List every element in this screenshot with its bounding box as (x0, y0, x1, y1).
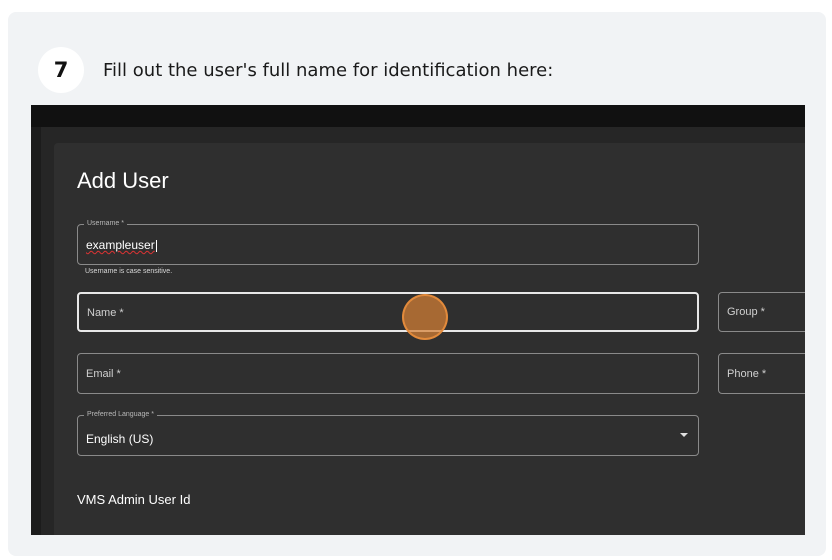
phone-field[interactable]: Phone * (718, 353, 805, 394)
email-placeholder: Email * (86, 368, 121, 380)
vms-admin-section-label: VMS Admin User Id (77, 492, 191, 507)
app-side-edge (31, 127, 41, 535)
text-caret (155, 239, 157, 252)
group-placeholder: Group * (727, 306, 765, 318)
username-label: Username * (84, 219, 127, 229)
group-field[interactable]: Group * (718, 292, 805, 332)
preferred-language-select[interactable]: Preferred Language * English (US) (77, 410, 699, 456)
step-number-badge: 7 (38, 47, 84, 93)
name-field[interactable]: Name * (77, 292, 699, 332)
preferred-language-label: Preferred Language * (84, 410, 157, 420)
email-field[interactable]: Email * (77, 353, 699, 394)
preferred-language-value: English (US) (86, 432, 154, 446)
username-value: exampleuser (86, 238, 155, 252)
username-value-wrap: exampleuser (86, 238, 157, 252)
page-title: Add User (77, 168, 169, 193)
name-placeholder: Name * (87, 307, 124, 319)
phone-placeholder: Phone * (727, 368, 767, 380)
click-indicator (402, 294, 448, 340)
step-instruction: Fill out the user's full name for identi… (103, 60, 554, 81)
chevron-down-icon[interactable] (680, 433, 688, 437)
app-top-bar (31, 105, 805, 127)
username-field[interactable]: Username * exampleuser (77, 219, 699, 265)
username-helper-text: Username is case sensitive. (85, 268, 173, 275)
